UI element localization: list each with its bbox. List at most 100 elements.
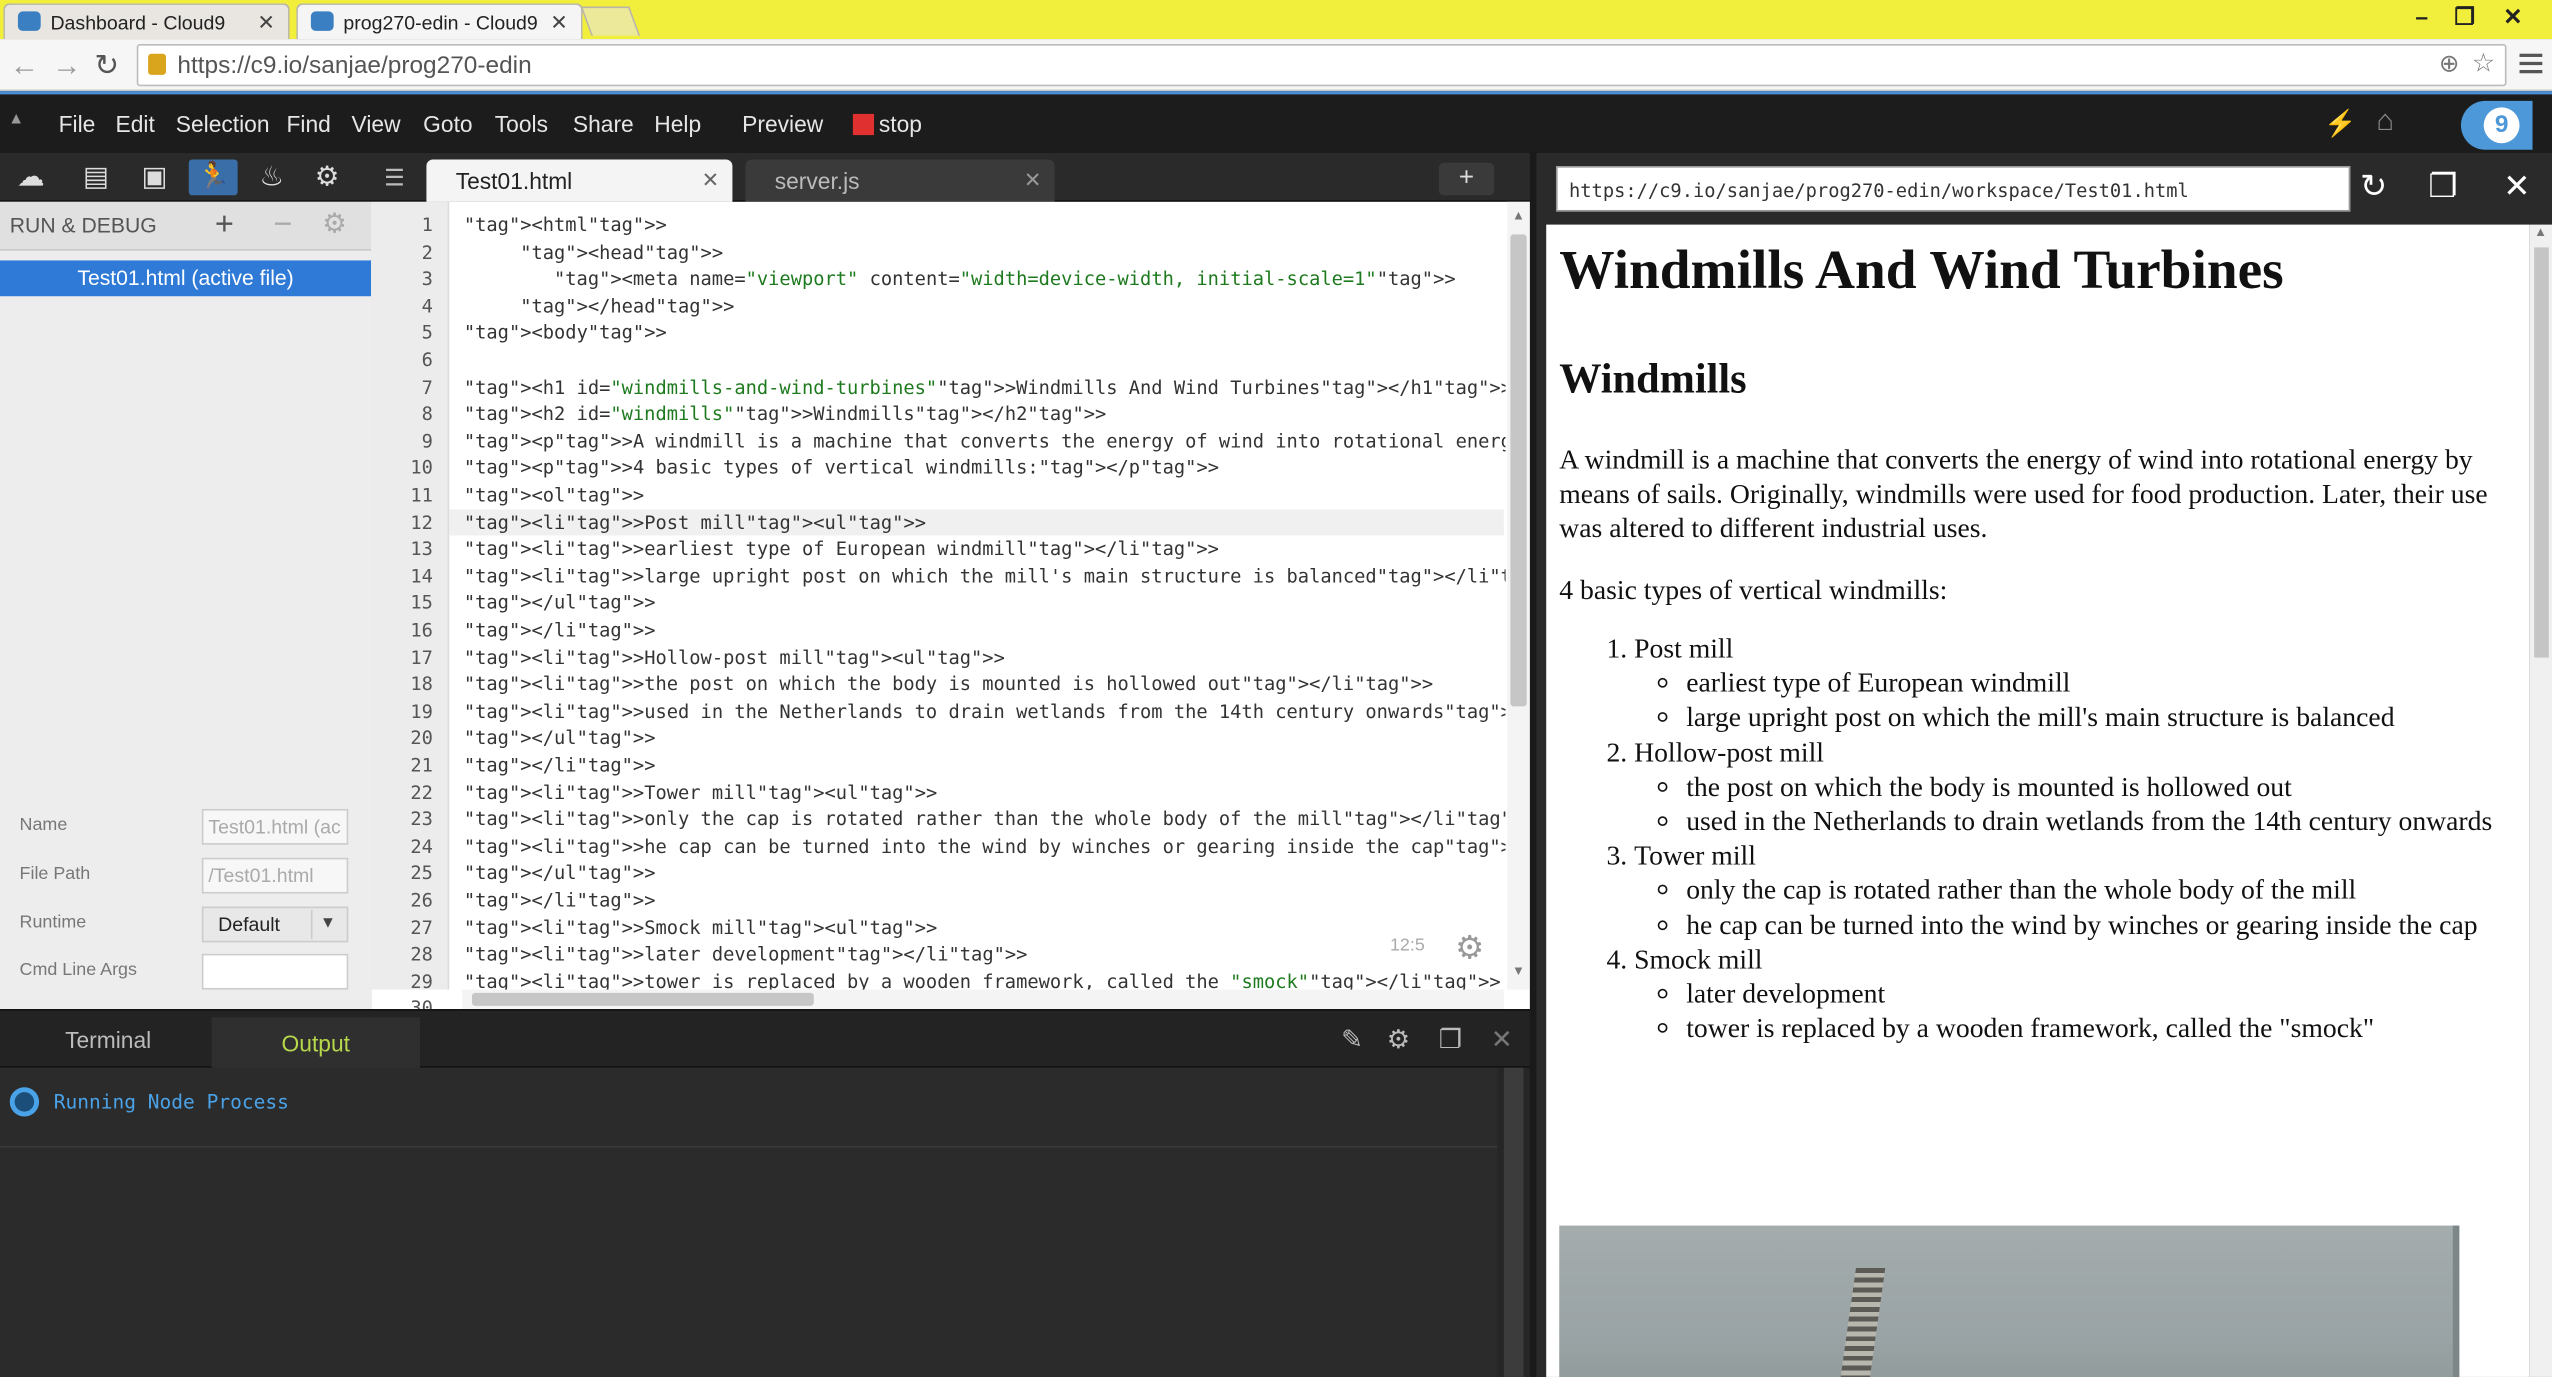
- code-line[interactable]: "tag"><li"tag">>Post mill"tag"><ul"tag">…: [464, 509, 1506, 536]
- code-line[interactable]: "tag"><p"tag">>A windmill is a machine t…: [464, 428, 1506, 455]
- preview-scroll-thumb[interactable]: [2534, 247, 2549, 658]
- code-line[interactable]: "tag"></li"tag">>: [464, 887, 1506, 914]
- run-settings-gear-icon[interactable]: ⚙: [322, 208, 347, 241]
- run-debug-icon[interactable]: 🏃: [188, 159, 238, 196]
- browser-menu-icon[interactable]: [2519, 49, 2543, 78]
- close-panel-icon[interactable]: ✕: [1491, 1024, 1513, 1057]
- new-browser-tab-button[interactable]: [580, 6, 641, 36]
- output-console[interactable]: Running Node Process: [0, 1067, 1530, 1377]
- file-path-field[interactable]: /Test01.html: [201, 857, 349, 894]
- code-editor[interactable]: 1 2 3 4 5 6 7 8 9 10 11 12 13 14 15 16 17 18 19 20 21 22 23 24 2…: [371, 201, 1530, 1020]
- code-line[interactable]: "tag"><li"tag">>he cap can be turned int…: [464, 833, 1506, 860]
- reload-icon[interactable]: ↻: [94, 49, 119, 83]
- code-line[interactable]: "tag"><head"tag">>: [464, 239, 1506, 266]
- cloud-icon[interactable]: ☁: [13, 160, 49, 196]
- preview-scrollbar[interactable]: ▲: [2529, 224, 2552, 1377]
- active-file-item[interactable]: Test01.html (active file): [0, 260, 372, 297]
- minimize-icon[interactable]: –: [2415, 3, 2428, 29]
- forward-arrow-icon[interactable]: →: [52, 49, 81, 83]
- remove-run-config-icon[interactable]: −: [273, 207, 292, 244]
- editor-settings-gear-icon[interactable]: ⚙: [1455, 928, 1484, 969]
- editor-tab-server[interactable]: server.js ✕: [745, 159, 1055, 202]
- url-input[interactable]: https://c9.io/sanjae/prog270-edin ⊕ ☆: [136, 43, 2507, 87]
- code-line[interactable]: "tag"><ol"tag">>: [464, 482, 1506, 509]
- editor-tab-test01[interactable]: Test01.html ✕: [426, 159, 733, 202]
- code-line[interactable]: "tag"><li"tag">>Tower mill"tag"><ul"tag"…: [464, 779, 1506, 806]
- code-line[interactable]: "tag"></ul"tag">>: [464, 860, 1506, 887]
- code-line[interactable]: "tag"></head"tag">>: [464, 293, 1506, 320]
- storage-icon[interactable]: ▣: [137, 160, 173, 196]
- console-scrollbar[interactable]: [1497, 1067, 1530, 1377]
- editor-scroll-thumb[interactable]: [1510, 234, 1527, 707]
- code-line[interactable]: "tag"><li"tag">>the post on which the bo…: [464, 671, 1506, 698]
- editor-horizontal-scrollbar[interactable]: [462, 989, 1504, 1010]
- close-tab-icon[interactable]: ✕: [1024, 168, 1042, 194]
- popout-preview-icon[interactable]: ❐: [2428, 166, 2457, 207]
- tab-terminal[interactable]: Terminal: [65, 1027, 151, 1053]
- scroll-up-icon[interactable]: ▲: [2534, 225, 2547, 240]
- collapse-menu-icon[interactable]: ▲: [8, 111, 24, 129]
- code-line[interactable]: "tag"></li"tag">>: [464, 617, 1506, 644]
- scroll-down-icon[interactable]: ▼: [1512, 964, 1525, 979]
- add-run-config-icon[interactable]: +: [215, 207, 234, 244]
- restore-icon[interactable]: ❐: [2454, 3, 2474, 31]
- menu-help[interactable]: Help: [654, 111, 701, 137]
- code-line[interactable]: "tag"><body"tag">>: [464, 320, 1506, 347]
- code-line[interactable]: "tag"><li"tag">>later development"tag"><…: [464, 941, 1506, 968]
- console-scroll-thumb[interactable]: [1503, 1067, 1524, 1377]
- zoom-icon[interactable]: ⊕: [2439, 49, 2459, 78]
- cloud9-logo-icon[interactable]: 9: [2460, 100, 2533, 150]
- code-line[interactable]: "tag"><li"tag">>Hollow-post mill"tag"><u…: [464, 644, 1506, 671]
- refresh-preview-icon[interactable]: ↻: [2360, 166, 2387, 207]
- code-line[interactable]: "tag"></li"tag">>: [464, 752, 1506, 779]
- code-line[interactable]: "tag"><li"tag">>used in the Netherlands …: [464, 698, 1506, 725]
- clear-broom-icon[interactable]: ✎: [1341, 1024, 1363, 1057]
- scroll-up-icon[interactable]: ▲: [1512, 208, 1525, 223]
- workspace-icon[interactable]: ▤: [78, 160, 114, 196]
- close-preview-icon[interactable]: ✕: [2503, 166, 2530, 207]
- menu-edit[interactable]: Edit: [116, 111, 155, 137]
- stop-button[interactable]: stop: [879, 111, 922, 137]
- code-line[interactable]: "tag"><li"tag">>Smock mill"tag"><ul"tag"…: [464, 914, 1506, 941]
- code-line[interactable]: "tag"><li"tag">>only the cap is rotated …: [464, 806, 1506, 833]
- close-tab-icon[interactable]: ✕: [702, 168, 720, 194]
- editor-vertical-scrollbar[interactable]: ▲ ▼: [1507, 201, 1530, 990]
- menu-goto[interactable]: Goto: [423, 111, 472, 137]
- preview-button[interactable]: Preview: [742, 111, 823, 137]
- back-arrow-icon[interactable]: ←: [10, 49, 39, 83]
- settings-gear-icon[interactable]: ⚙: [309, 160, 345, 196]
- close-tab-icon[interactable]: ✕: [550, 10, 568, 36]
- deploy-icon[interactable]: ♨: [254, 160, 290, 196]
- menu-share[interactable]: Share: [573, 111, 634, 137]
- code-line[interactable]: "tag"><h2 id="windmills""tag">>Windmills…: [464, 401, 1506, 428]
- code-line[interactable]: "tag"><html"tag">>: [464, 212, 1506, 239]
- menu-selection[interactable]: Selection: [176, 111, 270, 137]
- maximize-panel-icon[interactable]: ❐: [1439, 1024, 1462, 1057]
- code-line[interactable]: "tag"><p"tag">>4 basic types of vertical…: [464, 455, 1506, 482]
- menu-tools[interactable]: Tools: [495, 111, 548, 137]
- panel-settings-gear-icon[interactable]: ⚙: [1387, 1024, 1410, 1057]
- activity-icon[interactable]: ⚡: [2324, 107, 2356, 140]
- code-line[interactable]: "tag"><li"tag">>earliest type of Europea…: [464, 536, 1506, 563]
- file-list-icon[interactable]: ☰: [384, 164, 404, 192]
- bookmark-star-icon[interactable]: ☆: [2472, 47, 2495, 80]
- editor-hscroll-thumb[interactable]: [472, 992, 814, 1006]
- preview-document[interactable]: Windmills And Wind Turbines Windmills A …: [1546, 224, 2530, 1377]
- menu-view[interactable]: View: [352, 111, 401, 137]
- code-line[interactable]: "tag"><h1 id="windmills-and-wind-turbine…: [464, 374, 1506, 401]
- code-line[interactable]: "tag"></ul"tag">>: [464, 725, 1506, 752]
- close-tab-icon[interactable]: ✕: [257, 10, 275, 36]
- home-icon[interactable]: ⌂: [2376, 104, 2394, 138]
- menu-find[interactable]: Find: [286, 111, 330, 137]
- preview-url-input[interactable]: https://c9.io/sanjae/prog270-edin/worksp…: [1555, 166, 2351, 212]
- runtime-select[interactable]: Default ▼: [201, 906, 349, 943]
- menu-file[interactable]: File: [59, 111, 96, 137]
- close-window-icon[interactable]: ✕: [2503, 3, 2522, 31]
- code-line[interactable]: "tag"><meta name="viewport" content="wid…: [464, 266, 1506, 293]
- code-line[interactable]: "tag"><li"tag">>large upright post on wh…: [464, 563, 1506, 590]
- name-field[interactable]: Test01.html (ac: [201, 808, 349, 845]
- browser-tab-prog270[interactable]: prog270-edin - Cloud9 ✕: [296, 3, 583, 40]
- browser-tab-dashboard[interactable]: Dashboard - Cloud9 ✕: [3, 3, 290, 40]
- code-line[interactable]: "tag"></ul"tag">>: [464, 590, 1506, 617]
- tab-output[interactable]: Output: [211, 1017, 420, 1070]
